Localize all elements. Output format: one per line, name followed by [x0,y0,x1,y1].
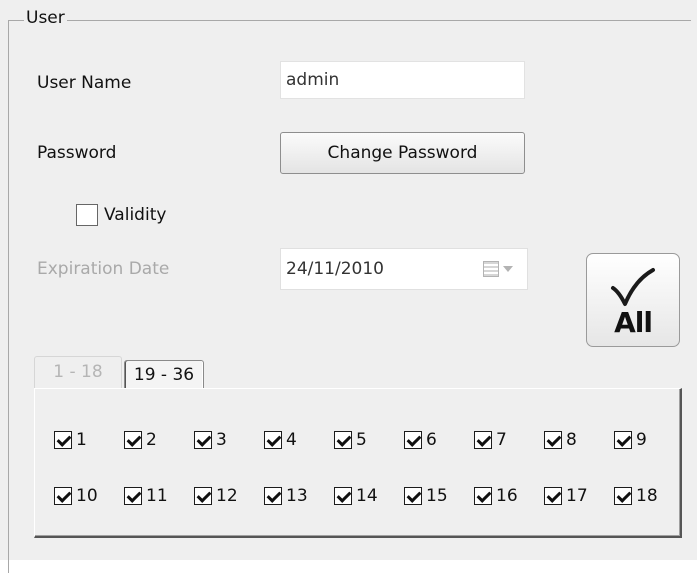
channel-checkbox-box[interactable] [54,487,72,505]
channel-checkbox-label: 3 [216,430,227,450]
dropdown-arrow-icon[interactable] [503,266,513,272]
validity-checkbox[interactable] [76,204,98,226]
channel-checkbox-1[interactable]: 1 [54,430,87,450]
calendar-icon [483,261,499,277]
channel-checkbox-18[interactable]: 18 [614,486,658,506]
checkmark-icon [611,268,655,306]
select-all-button[interactable]: All [586,253,680,347]
channel-checkbox-box[interactable] [54,431,72,449]
channel-checkbox-11[interactable]: 11 [124,486,168,506]
expiration-date-label: Expiration Date [37,259,170,279]
channel-checkbox-label: 14 [356,486,378,506]
channel-checkbox-10[interactable]: 10 [54,486,98,506]
channel-checkbox-box[interactable] [334,487,352,505]
channel-checkbox-box[interactable] [614,431,632,449]
channel-checkbox-label: 2 [146,430,157,450]
channel-checkbox-2[interactable]: 2 [124,430,157,450]
change-password-button[interactable]: Change Password [280,132,525,174]
channel-checkbox-box[interactable] [544,431,562,449]
channel-checkbox-label: 10 [76,486,98,506]
channel-checkbox-box[interactable] [194,487,212,505]
select-all-label: All [614,306,653,339]
channel-checkbox-box[interactable] [544,487,562,505]
channel-checkbox-8[interactable]: 8 [544,430,577,450]
user-settings-panel: User User Name admin Password Change Pas… [0,0,697,573]
channel-checkbox-15[interactable]: 15 [404,486,448,506]
channel-checkbox-label: 5 [356,430,367,450]
channel-checkbox-7[interactable]: 7 [474,430,507,450]
channel-checkbox-9[interactable]: 9 [614,430,647,450]
channel-checkbox-label: 11 [146,486,168,506]
channel-checkbox-16[interactable]: 16 [474,486,518,506]
channel-checkbox-box[interactable] [124,431,142,449]
channel-checkbox-label: 1 [76,430,87,450]
channel-checkbox-label: 6 [426,430,437,450]
channel-checkbox-label: 12 [216,486,238,506]
channel-checkbox-box[interactable] [474,487,492,505]
channel-checkbox-box[interactable] [404,487,422,505]
channel-checkbox-label: 4 [286,430,297,450]
channel-checkbox-label: 8 [566,430,577,450]
username-label: User Name [37,73,132,93]
validity-label: Validity [104,205,167,225]
channel-checkbox-label: 15 [426,486,448,506]
channel-checkbox-box[interactable] [194,431,212,449]
channel-checkbox-12[interactable]: 12 [194,486,238,506]
tab-channels-1-18[interactable]: 1 - 18 [34,356,122,388]
channels-tab-panel [34,388,682,538]
channel-checkbox-box[interactable] [474,431,492,449]
channel-checkbox-box[interactable] [334,431,352,449]
channel-checkbox-box[interactable] [264,431,282,449]
channel-checkbox-box[interactable] [124,487,142,505]
channel-checkbox-5[interactable]: 5 [334,430,367,450]
channel-checkbox-label: 16 [496,486,518,506]
groupbox-title: User [24,8,67,28]
channel-checkbox-3[interactable]: 3 [194,430,227,450]
username-field[interactable]: admin [280,61,525,99]
channel-checkbox-box[interactable] [614,487,632,505]
channel-checkbox-13[interactable]: 13 [264,486,308,506]
channel-checkbox-17[interactable]: 17 [544,486,588,506]
expiration-date-picker[interactable]: 24/11/2010 [280,248,528,290]
channel-checkbox-label: 18 [636,486,658,506]
channel-checkbox-label: 17 [566,486,588,506]
validity-checkbox-row[interactable]: Validity [76,204,166,226]
channel-checkbox-4[interactable]: 4 [264,430,297,450]
channel-checkbox-box[interactable] [264,487,282,505]
expiration-date-value: 24/11/2010 [286,259,384,279]
password-label: Password [37,143,117,163]
channel-checkbox-box[interactable] [404,431,422,449]
channel-checkbox-label: 9 [636,430,647,450]
channel-checkbox-label: 13 [286,486,308,506]
channel-checkbox-14[interactable]: 14 [334,486,378,506]
channel-checkbox-6[interactable]: 6 [404,430,437,450]
channel-checkbox-label: 7 [496,430,507,450]
